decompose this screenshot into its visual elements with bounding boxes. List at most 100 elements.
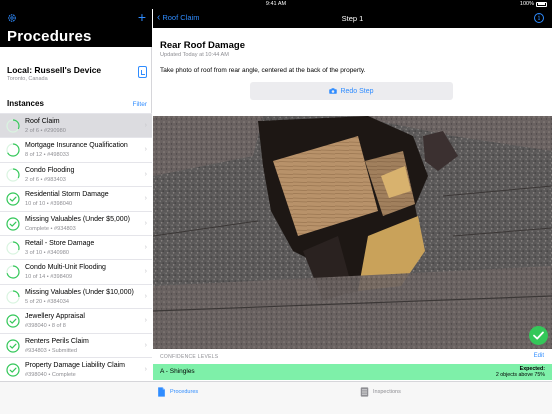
instances-header: Instances Filter xyxy=(7,99,147,108)
sidebar-title: Procedures xyxy=(7,28,92,45)
instance-name: Residential Storm Damage xyxy=(25,191,109,199)
tab-procedures-label: Procedures xyxy=(170,389,199,395)
progress-ring-icon xyxy=(6,241,20,255)
instance-list: Roof Claim 2 of 6 • #290980 › Mortgage Insu… xyxy=(0,113,152,383)
redo-step-button[interactable]: Redo Step xyxy=(250,82,453,100)
instance-subtitle: 3 of 10 • #340980 xyxy=(25,249,69,256)
instance-name: Renters Perils Claim xyxy=(25,337,89,345)
status-bar: 9:41 AM 100% xyxy=(0,0,552,9)
instance-item[interactable]: Residential Storm Damage 10 of 10 • #3980… xyxy=(0,187,152,212)
expected-info: Expected: 2 objects above 75% xyxy=(496,366,545,379)
confidence-row[interactable]: A - Shingles Expected: 2 objects above 7… xyxy=(153,364,552,380)
tab-inspections-label: Inspections xyxy=(373,389,401,395)
instance-name: Mortgage Insurance Qualification xyxy=(25,142,128,150)
camera-icon xyxy=(329,88,338,94)
tab-procedures[interactable]: Procedures xyxy=(157,387,198,397)
step-updated-time: Updated Today at 10:44 AM xyxy=(160,52,229,58)
captured-roof-photo xyxy=(153,116,552,349)
list-icon xyxy=(360,387,369,397)
instance-item[interactable]: Missing Valuables (Under $5,000) Complete… xyxy=(0,211,152,236)
instance-name: Condo Flooding xyxy=(25,166,75,174)
complete-check-icon xyxy=(6,363,20,377)
instance-item[interactable]: Retail - Store Damage 3 of 10 • #340980 › xyxy=(0,235,152,261)
instance-subtitle: Complete • #934803 xyxy=(25,225,76,232)
instance-item[interactable]: Jewellery Appraisal #398040 • 8 of 8 › xyxy=(0,309,152,334)
instance-subtitle: #398040 • Complete xyxy=(25,371,76,378)
info-icon[interactable]: i xyxy=(534,13,544,23)
progress-ring-icon xyxy=(6,143,20,157)
instance-name: Missing Valuables (Under $10,000) xyxy=(25,288,134,296)
document-icon xyxy=(158,387,165,397)
roof-damage-image xyxy=(153,116,552,349)
confidence-row-label: A - Shingles xyxy=(160,368,195,375)
instance-subtitle: 10 of 14 • #398409 xyxy=(25,274,73,281)
expected-value: 2 objects above 75% xyxy=(495,371,545,378)
confidence-levels-label: CONFIDENCE LEVELS xyxy=(160,354,219,360)
instance-item[interactable]: Condo Flooding 2 of 6 • #983403 › xyxy=(0,162,152,188)
step-detail-panel: ‹ Roof Claim Step 1 i Rear Roof Damage U… xyxy=(153,9,552,414)
complete-check-icon xyxy=(6,216,20,231)
filter-button[interactable]: Filter xyxy=(133,101,147,108)
chevron-right-icon: › xyxy=(144,243,147,251)
instance-name: Jewellery Appraisal xyxy=(25,313,85,321)
expected-label: Expected: xyxy=(519,365,545,372)
instance-subtitle: 2 of 6 • #983403 xyxy=(25,176,66,183)
chevron-right-icon: › xyxy=(144,317,147,325)
ipad-screen: 9:41 AM 100% + Procedures Local: Russell… xyxy=(0,0,552,414)
chevron-right-icon: › xyxy=(144,122,147,129)
device-name: Local: Russell's Device xyxy=(7,65,102,75)
instance-name: Retail - Store Damage xyxy=(25,239,95,247)
step-instruction: Take photo of roof from rear angle, cent… xyxy=(160,67,366,74)
instance-subtitle: #398040 • 8 of 8 xyxy=(25,323,66,330)
battery-indicator: 100% xyxy=(520,1,547,7)
battery-icon xyxy=(536,1,547,7)
instances-label: Instances xyxy=(7,99,44,108)
battery-percent: 100% xyxy=(519,1,534,7)
chevron-right-icon: › xyxy=(144,195,147,203)
progress-ring-icon xyxy=(6,168,20,182)
complete-check-icon xyxy=(6,192,20,206)
device-info: Local: Russell's Device Toronto, Canada xyxy=(7,65,147,82)
instance-item[interactable]: Property Damage Liability Claim #398040 •… xyxy=(0,357,152,383)
chevron-right-icon: › xyxy=(144,146,147,154)
complete-check-icon xyxy=(6,314,20,328)
instance-subtitle: #934803 • Submitted xyxy=(25,347,78,354)
verified-check-icon xyxy=(529,326,548,345)
procedures-sidebar: + Procedures Local: Russell's Device Tor… xyxy=(0,9,152,414)
detail-nav-bar: ‹ Roof Claim Step 1 i xyxy=(153,9,552,28)
sidebar-header: + Procedures xyxy=(0,9,152,47)
device-sync-icon[interactable] xyxy=(138,66,147,78)
step-title: Rear Roof Damage xyxy=(160,40,245,51)
chevron-right-icon: › xyxy=(144,341,147,349)
confidence-levels-header: CONFIDENCE LEVELS Edit xyxy=(153,351,552,363)
chevron-right-icon: › xyxy=(144,292,147,300)
progress-ring-icon xyxy=(6,290,20,304)
instance-subtitle: 10 of 10 • #398040 xyxy=(25,201,73,208)
instance-item[interactable]: Missing Valuables (Under $10,000) 5 of 20… xyxy=(0,284,152,310)
instance-item[interactable]: Condo Multi-Unit Flooding 10 of 14 • #398… xyxy=(0,260,152,285)
chevron-right-icon: › xyxy=(144,365,147,373)
gear-icon[interactable] xyxy=(7,13,17,23)
nav-title: Step 1 xyxy=(341,14,364,23)
status-time: 9:41 AM xyxy=(265,1,287,7)
progress-ring-icon xyxy=(6,265,20,279)
instance-subtitle: 2 of 6 • #290980 xyxy=(25,128,66,134)
instance-name: Roof Claim xyxy=(25,118,60,125)
tab-inspections[interactable]: Inspections xyxy=(360,387,401,397)
complete-check-icon xyxy=(6,338,20,353)
chevron-right-icon: › xyxy=(144,268,147,276)
edit-confidence-button[interactable]: Edit xyxy=(534,353,544,359)
instance-subtitle: 5 of 20 • #384034 xyxy=(25,298,69,305)
instance-item[interactable]: Mortgage Insurance Qualification 8 of 12 … xyxy=(0,138,152,163)
add-procedure-plus-icon[interactable]: + xyxy=(138,10,146,24)
instance-item[interactable]: Roof Claim 2 of 6 • #290980 › xyxy=(0,114,152,139)
instance-name: Missing Valuables (Under $5,000) xyxy=(25,215,130,223)
tab-bar: Procedures Inspections xyxy=(0,381,552,414)
progress-ring-icon xyxy=(6,119,20,133)
redo-step-label: Redo Step xyxy=(340,87,374,95)
instance-name: Condo Multi-Unit Flooding xyxy=(25,264,106,272)
instance-name: Property Damage Liability Claim xyxy=(25,361,125,369)
chevron-right-icon: › xyxy=(144,170,147,178)
device-location: Toronto, Canada xyxy=(7,76,48,82)
instance-item[interactable]: Renters Perils Claim #934803 • Submitted › xyxy=(0,333,152,358)
